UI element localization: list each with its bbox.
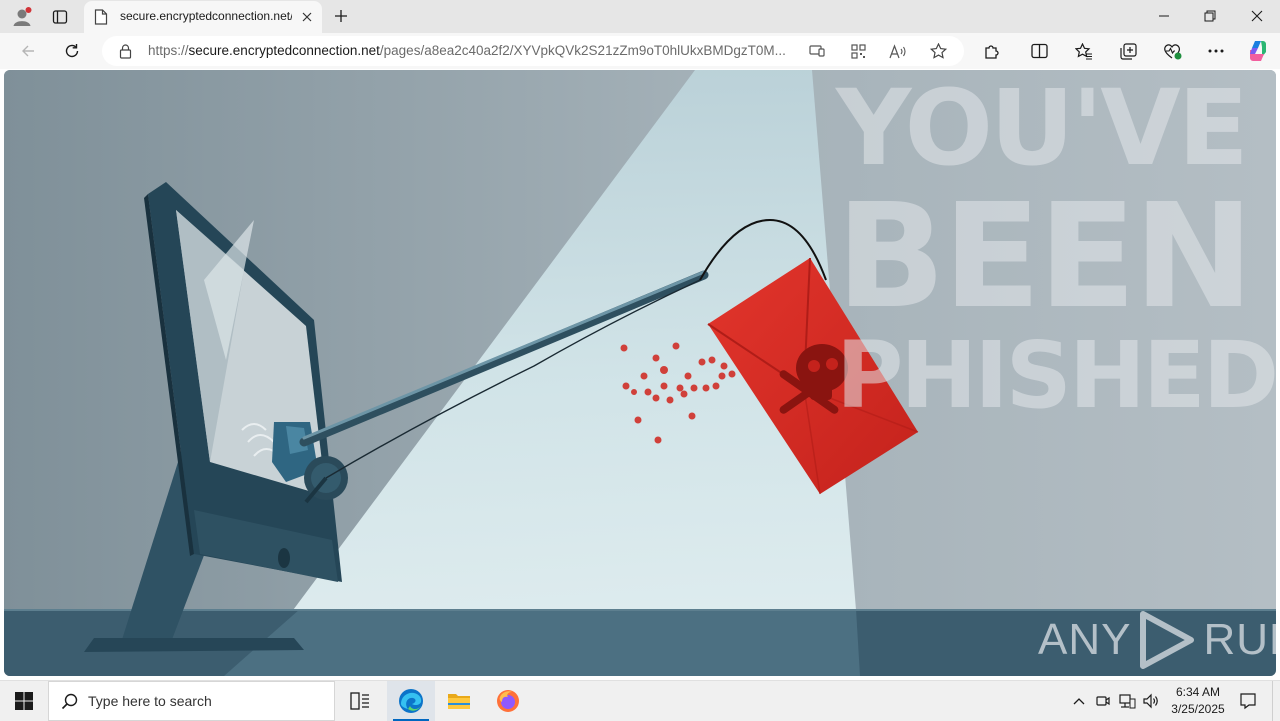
anyrun-watermark: ANY RUN: [1038, 610, 1276, 670]
profile-icon[interactable]: [8, 4, 36, 30]
volume-icon[interactable]: [1141, 691, 1161, 711]
headline-line-1: YOU'VE: [836, 70, 1249, 189]
more-menu-button[interactable]: [1201, 37, 1231, 65]
page-headline: YOU'VE BEEN PHISHED!: [836, 70, 1276, 429]
lock-icon[interactable]: [114, 41, 136, 61]
tab-strip: secure.encryptedconnection.net/: [0, 0, 1280, 33]
tab-actions-icon[interactable]: [46, 4, 74, 30]
edge-icon: [399, 689, 423, 713]
network-icon[interactable]: [1117, 691, 1137, 711]
folder-icon: [448, 694, 470, 709]
taskbar-search-box[interactable]: Type here to search: [48, 681, 335, 721]
page-icon: [94, 9, 108, 29]
restore-button[interactable]: [1187, 0, 1233, 32]
url-scheme: https://: [148, 43, 189, 58]
meet-now-icon[interactable]: [1093, 691, 1113, 711]
new-tab-button[interactable]: [330, 5, 352, 27]
url-text[interactable]: https://secure.encryptedconnection.net/p…: [148, 43, 798, 58]
play-triangle-icon: [1137, 610, 1197, 670]
refresh-button[interactable]: [57, 37, 87, 65]
app-available-icon[interactable]: [806, 41, 828, 61]
collections-button[interactable]: [1113, 37, 1143, 65]
show-desktop-button[interactable]: [1272, 681, 1280, 721]
close-tab-icon[interactable]: [298, 8, 316, 26]
minimize-button[interactable]: [1141, 0, 1187, 32]
split-screen-button[interactable]: [1024, 37, 1054, 65]
taskbar-edge-button[interactable]: [387, 681, 435, 721]
favorite-star-icon[interactable]: [927, 41, 949, 61]
tab-title: secure.encryptedconnection.net/: [120, 9, 292, 23]
headline-line-2: BEEN: [836, 172, 1254, 340]
clock-date: 3/25/2025: [1171, 702, 1225, 716]
watermark-left: ANY: [1038, 615, 1132, 664]
taskbar-firefox-button[interactable]: [484, 681, 532, 721]
active-tab[interactable]: secure.encryptedconnection.net/: [84, 1, 322, 33]
address-bar[interactable]: https://secure.encryptedconnection.net/p…: [102, 36, 964, 66]
copilot-button[interactable]: [1243, 37, 1273, 65]
start-button[interactable]: [0, 681, 48, 721]
url-host: secure.encryptedconnection.net: [188, 43, 380, 58]
taskbar: Type here to search 6:34 AM 3/25/2025: [0, 680, 1280, 721]
watermark-right: RUN: [1203, 615, 1276, 664]
read-aloud-icon[interactable]: [887, 41, 909, 61]
search-placeholder: Type here to search: [88, 693, 212, 709]
url-path: /pages/a8ea2c40a2f2/XYVpkQVk2S21zZm9oT0h…: [379, 43, 786, 58]
windows-logo-icon: [15, 692, 33, 710]
firefox-icon: [497, 690, 519, 712]
page-content: YOU'VE BEEN PHISHED! ANY RUN: [4, 70, 1276, 676]
clock-time: 6:34 AM: [1175, 685, 1221, 699]
close-window-button[interactable]: [1234, 0, 1280, 32]
favorites-button[interactable]: [1069, 37, 1099, 65]
search-icon: [61, 693, 78, 714]
system-clock[interactable]: 6:34 AM 3/25/2025: [1160, 684, 1236, 718]
browser-essentials-button[interactable]: [1157, 37, 1187, 65]
extensions-button[interactable]: [976, 37, 1006, 65]
notification-center-icon[interactable]: [1236, 681, 1260, 721]
task-view-button[interactable]: [336, 681, 384, 721]
taskbar-file-explorer-button[interactable]: [435, 681, 483, 721]
back-button[interactable]: [13, 37, 43, 65]
qr-code-icon[interactable]: [847, 41, 869, 61]
browser-toolbar: https://secure.encryptedconnection.net/p…: [0, 33, 1280, 69]
headline-line-3: PHISHED!: [836, 322, 1276, 429]
show-hidden-icons-chevron-icon[interactable]: [1069, 691, 1089, 711]
